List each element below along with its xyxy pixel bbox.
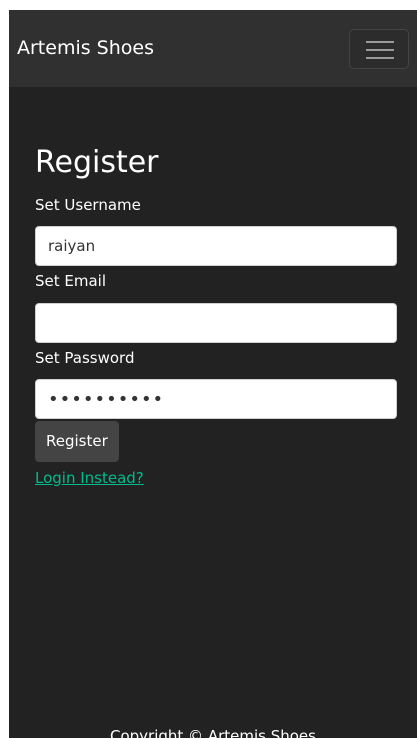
password-input[interactable]	[35, 379, 397, 419]
username-label: Set Username	[35, 196, 141, 214]
login-instead-link[interactable]: Login Instead?	[35, 468, 144, 488]
navbar: Artemis Shoes	[9, 10, 417, 87]
email-input[interactable]	[35, 303, 397, 343]
app-frame: Artemis Shoes Register Set Username Set …	[9, 10, 417, 738]
navbar-toggle-button[interactable]	[349, 29, 409, 69]
email-label: Set Email	[35, 272, 107, 290]
footer-copyright: Copyright © Artemis Shoes	[110, 727, 316, 738]
register-button[interactable]: Register	[35, 421, 119, 462]
username-input[interactable]	[35, 226, 397, 266]
page-title: Register	[35, 145, 159, 180]
hamburger-menu-icon	[366, 41, 394, 59]
password-label: Set Password	[35, 349, 135, 367]
brand-link[interactable]: Artemis Shoes	[17, 36, 154, 60]
